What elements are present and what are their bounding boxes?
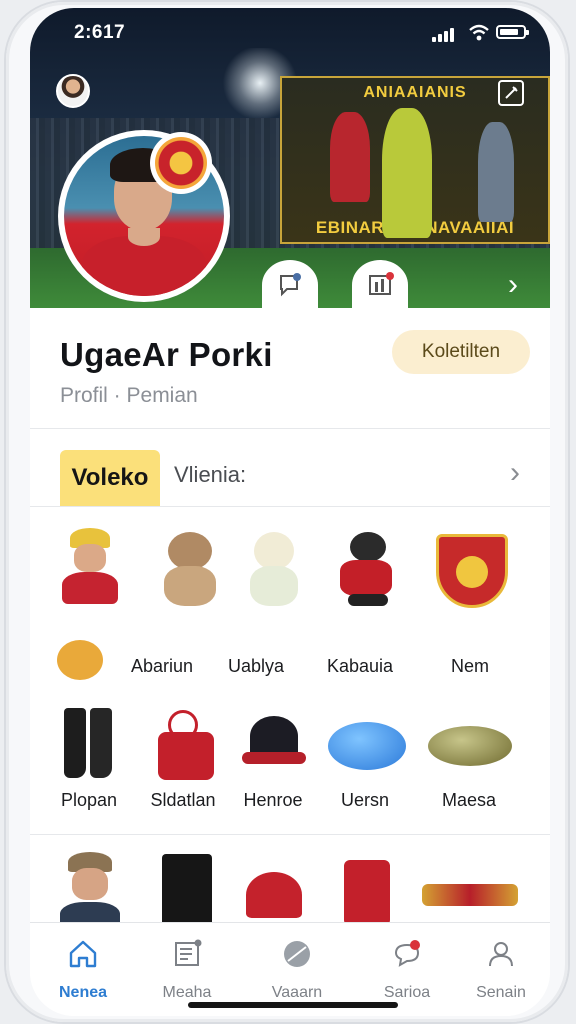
divider	[30, 428, 550, 429]
message-icon	[280, 273, 301, 297]
collection-item[interactable]: Plopan	[44, 702, 134, 811]
wifi-icon	[469, 24, 489, 41]
phone-frame: ANIAAIANIS EBINARIIDU NAVAAIIAI › 2:617	[6, 2, 568, 1022]
chat-icon	[394, 940, 420, 967]
nav-label: Senain	[476, 984, 526, 1001]
item-label: Abariun	[130, 656, 194, 676]
stats-icon	[369, 272, 394, 295]
red-bag-icon	[148, 702, 218, 782]
edit-cover-button[interactable]	[496, 78, 526, 108]
brass-item-icon	[428, 702, 512, 782]
nav-home[interactable]: Nenea	[38, 937, 128, 1002]
player-yellow	[382, 108, 432, 238]
nav-label: Meaha	[162, 984, 212, 1001]
player-grey	[478, 122, 514, 222]
club-badge-icon	[150, 132, 212, 194]
message-button[interactable]	[262, 260, 318, 310]
player-figure-icon	[54, 850, 124, 932]
lion-icon	[57, 640, 103, 680]
item-label: Uablya	[227, 656, 285, 676]
tab-collection[interactable]: Voleko	[60, 450, 160, 506]
cap-icon	[238, 702, 308, 782]
status-bar: 2:617	[30, 8, 550, 58]
nav-matches[interactable]: Vaaarn	[252, 937, 342, 1002]
tab-other[interactable]: Vlienia:	[174, 462, 246, 488]
mascot-figure-icon	[330, 528, 400, 608]
profile-subtitle: Profil · Pemian	[60, 384, 198, 407]
divider	[30, 506, 550, 507]
item-label: Kabauia	[326, 656, 394, 676]
user-avatar-small[interactable]	[56, 74, 90, 108]
nav-news[interactable]: Meaha	[142, 937, 232, 1002]
signal-icon	[432, 26, 458, 42]
home-indicator	[188, 1002, 398, 1008]
black-boot-icon	[152, 850, 222, 932]
ball-icon	[284, 941, 310, 967]
stats-button[interactable]	[352, 260, 408, 310]
nav-label: Nenea	[58, 984, 108, 1001]
club-crest-icon	[434, 528, 508, 608]
edit-icon	[498, 80, 524, 106]
nav-label: Sarioa	[383, 984, 431, 1001]
blue-ball-icon	[328, 702, 406, 782]
collection-item[interactable]	[44, 850, 134, 932]
chevron-right-icon[interactable]: ›	[508, 270, 518, 300]
collection-item[interactable]	[52, 640, 108, 680]
home-icon	[69, 940, 97, 968]
collection-item[interactable]	[320, 528, 410, 608]
app-screen: ANIAAIANIS EBINARIIDU NAVAAIIAI › 2:617	[30, 8, 550, 1016]
collection-item[interactable]: Uersn	[320, 702, 410, 811]
boots-icon	[54, 702, 124, 782]
plush-toy-icon	[238, 528, 308, 608]
collection-item[interactable]	[420, 850, 518, 930]
profile-name: UgaeAr Porki	[60, 336, 273, 373]
tab-chevron-right-icon[interactable]: ›	[510, 456, 520, 490]
player-red	[330, 112, 370, 202]
collection-item[interactable]: Maesa	[424, 702, 514, 811]
teddy-bear-icon	[154, 528, 224, 608]
bottle-icon	[422, 850, 518, 930]
collection-item[interactable]	[228, 528, 318, 608]
collection-item[interactable]: Henroe	[228, 702, 318, 811]
nav-label: Vaaarn	[271, 984, 323, 1001]
collection-item[interactable]	[144, 528, 234, 608]
collection-item[interactable]	[320, 850, 410, 930]
collection-item[interactable]	[142, 850, 232, 932]
divider	[30, 834, 550, 835]
profile-icon	[489, 942, 513, 967]
news-icon	[175, 939, 202, 966]
red-box-icon	[330, 850, 400, 930]
battery-icon	[496, 25, 529, 39]
item-label: Nem	[450, 656, 489, 676]
status-time: 2:617	[74, 22, 126, 43]
nav-profile[interactable]: Senain	[456, 937, 546, 1002]
collection-item[interactable]	[228, 850, 318, 930]
collection-item[interactable]: Sldatlan	[138, 702, 228, 811]
collection-item[interactable]	[424, 528, 514, 608]
nav-chat[interactable]: Sarioa	[362, 937, 452, 1002]
red-cap-icon	[238, 850, 308, 930]
collection-item[interactable]	[44, 528, 134, 608]
player-cap-figure-icon	[54, 528, 124, 608]
follow-button[interactable]: Koletilten	[392, 330, 530, 374]
